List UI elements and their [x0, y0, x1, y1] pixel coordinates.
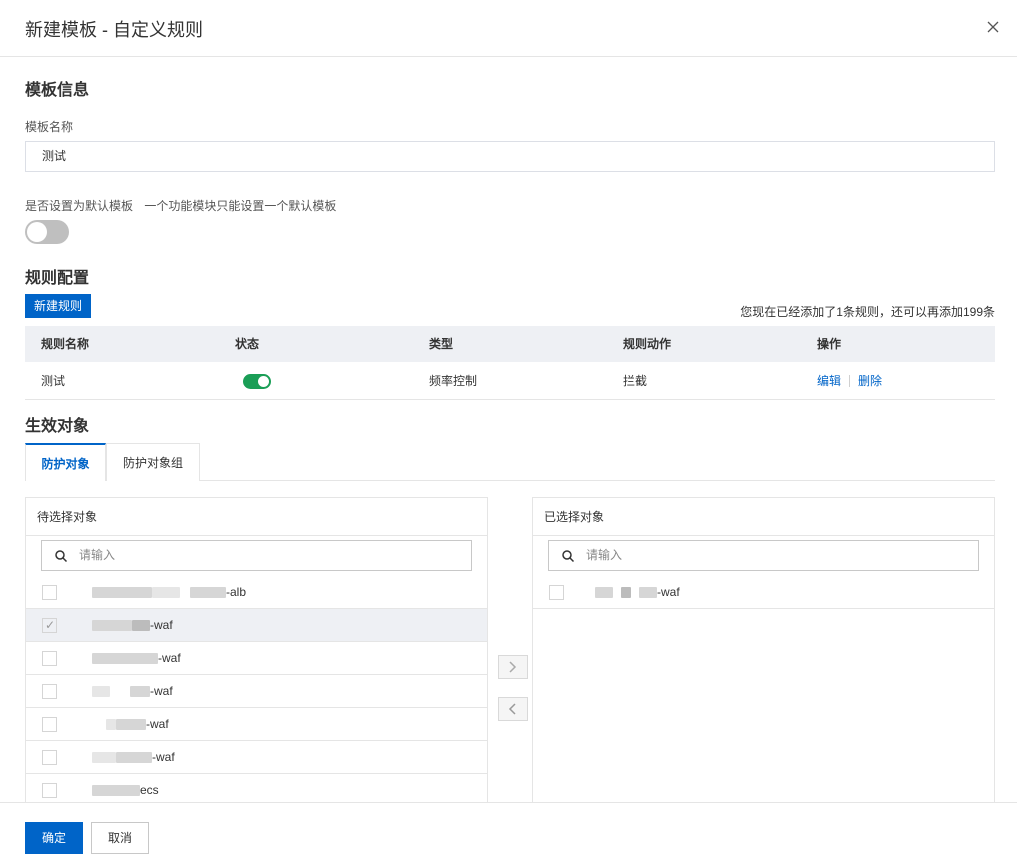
redacted-text [92, 620, 132, 631]
search-icon [562, 550, 575, 563]
col-type: 类型 [429, 337, 454, 351]
item-checkbox[interactable] [42, 684, 57, 699]
list-item[interactable]: ✓ -waf [26, 609, 487, 642]
item-label: -waf [146, 717, 169, 731]
item-checkbox[interactable] [42, 585, 57, 600]
item-label: -waf [158, 651, 181, 665]
search-icon [55, 550, 68, 563]
col-status: 状态 [235, 337, 260, 351]
new-template-dialog: 新建模板 - 自定义规则 模板信息 模板名称 测试 是否设置为默认模板 一个功能… [0, 0, 1017, 861]
template-info-title: 模板信息 [25, 82, 90, 99]
confirm-button[interactable]: 确定 [25, 822, 83, 854]
search-placeholder: 请输入 [586, 548, 623, 562]
delete-rule-link[interactable]: 删除 [858, 362, 882, 400]
template-name-label: 模板名称 [25, 120, 74, 134]
close-icon[interactable] [985, 18, 1001, 36]
move-left-button[interactable] [498, 697, 528, 721]
col-action: 规则动作 [623, 337, 672, 351]
col-rule-name: 规则名称 [41, 337, 90, 351]
list-item[interactable]: -waf [26, 642, 487, 675]
available-panel: 待选择对象 请输入 -alb ✓ -waf -waf -waf -waf -wa… [25, 497, 488, 803]
available-search-input[interactable]: 请输入 [41, 540, 472, 571]
rule-name-cell: 测试 [41, 374, 66, 388]
redacted-text [92, 752, 116, 763]
cancel-button[interactable]: 取消 [91, 822, 149, 854]
item-checkbox[interactable] [42, 783, 57, 798]
selected-panel: 已选择对象 请输入 -waf [532, 497, 995, 803]
list-item[interactable]: -waf [26, 708, 487, 741]
new-rule-button[interactable]: 新建规则 [25, 294, 91, 318]
redacted-text [106, 719, 116, 730]
selected-search-input[interactable]: 请输入 [548, 540, 979, 571]
item-label: ecs [140, 783, 159, 797]
dialog-header: 新建模板 - 自定义规则 [0, 0, 1017, 57]
col-operations: 操作 [817, 337, 842, 351]
tab-protected-object[interactable]: 防护对象 [25, 443, 106, 481]
search-placeholder: 请输入 [79, 548, 116, 562]
table-header: 规则名称 状态 类型 规则动作 操作 [25, 326, 995, 362]
rules-config-title: 规则配置 [25, 270, 90, 287]
item-label: -waf [152, 750, 175, 764]
chevron-left-icon [508, 703, 516, 715]
move-right-button[interactable] [498, 655, 528, 679]
default-template-switch[interactable] [25, 220, 69, 244]
rules-table: 规则名称 状态 类型 规则动作 操作 测试 频率控制 拦截 编辑 删除 [25, 326, 995, 400]
rule-type-cell: 频率控制 [429, 374, 478, 388]
table-row: 测试 频率控制 拦截 编辑 删除 [25, 362, 995, 400]
item-label: -waf [150, 684, 173, 698]
default-template-hint: 一个功能模块只能设置一个默认模板 [144, 199, 337, 213]
edit-rule-link[interactable]: 编辑 [817, 362, 841, 400]
dialog-footer: 确定 取消 [0, 802, 1017, 861]
redacted-text [92, 785, 140, 796]
item-label: -alb [226, 585, 247, 599]
item-checkbox[interactable] [42, 651, 57, 666]
chevron-right-icon [509, 661, 517, 673]
targets-tabs: 防护对象 防护对象组 [25, 443, 995, 481]
redacted-text [595, 587, 613, 598]
action-separator [849, 375, 850, 387]
redacted-text [92, 686, 110, 697]
rule-count-text: 您现在已经添加了1条规则，还可以再添加199条 [740, 305, 995, 319]
dialog-title: 新建模板 - 自定义规则 [25, 20, 203, 40]
available-panel-title: 待选择对象 [26, 498, 487, 536]
rule-status-switch[interactable] [243, 374, 271, 389]
list-item[interactable]: -alb [26, 576, 487, 609]
redacted-text [621, 587, 631, 598]
redacted-text [132, 620, 150, 631]
selected-panel-title: 已选择对象 [533, 498, 994, 536]
default-template-label-text: 是否设置为默认模板 [25, 199, 134, 213]
check-icon: ✓ [45, 618, 56, 632]
default-template-label: 是否设置为默认模板 一个功能模块只能设置一个默认模板 [25, 197, 336, 214]
redacted-text [116, 719, 146, 730]
list-item[interactable]: ecs [26, 774, 487, 802]
template-name-input[interactable]: 测试 [25, 141, 995, 172]
redacted-text [152, 587, 180, 598]
list-item[interactable]: -waf [533, 576, 994, 609]
redacted-text [92, 587, 152, 598]
targets-title: 生效对象 [25, 418, 90, 435]
item-checkbox[interactable] [549, 585, 564, 600]
item-checkbox[interactable]: ✓ [42, 618, 57, 633]
redacted-text [116, 752, 152, 763]
redacted-text [639, 587, 657, 598]
list-item[interactable]: -waf [26, 741, 487, 774]
redacted-text [130, 686, 150, 697]
redacted-text [92, 653, 158, 664]
rule-action-cell: 拦截 [623, 374, 648, 388]
item-label: -waf [150, 618, 173, 632]
item-checkbox[interactable] [42, 717, 57, 732]
list-item[interactable]: -waf [26, 675, 487, 708]
tab-protected-object-group[interactable]: 防护对象组 [106, 443, 200, 481]
item-checkbox[interactable] [42, 750, 57, 765]
item-label: -waf [657, 585, 680, 599]
redacted-text [190, 587, 226, 598]
